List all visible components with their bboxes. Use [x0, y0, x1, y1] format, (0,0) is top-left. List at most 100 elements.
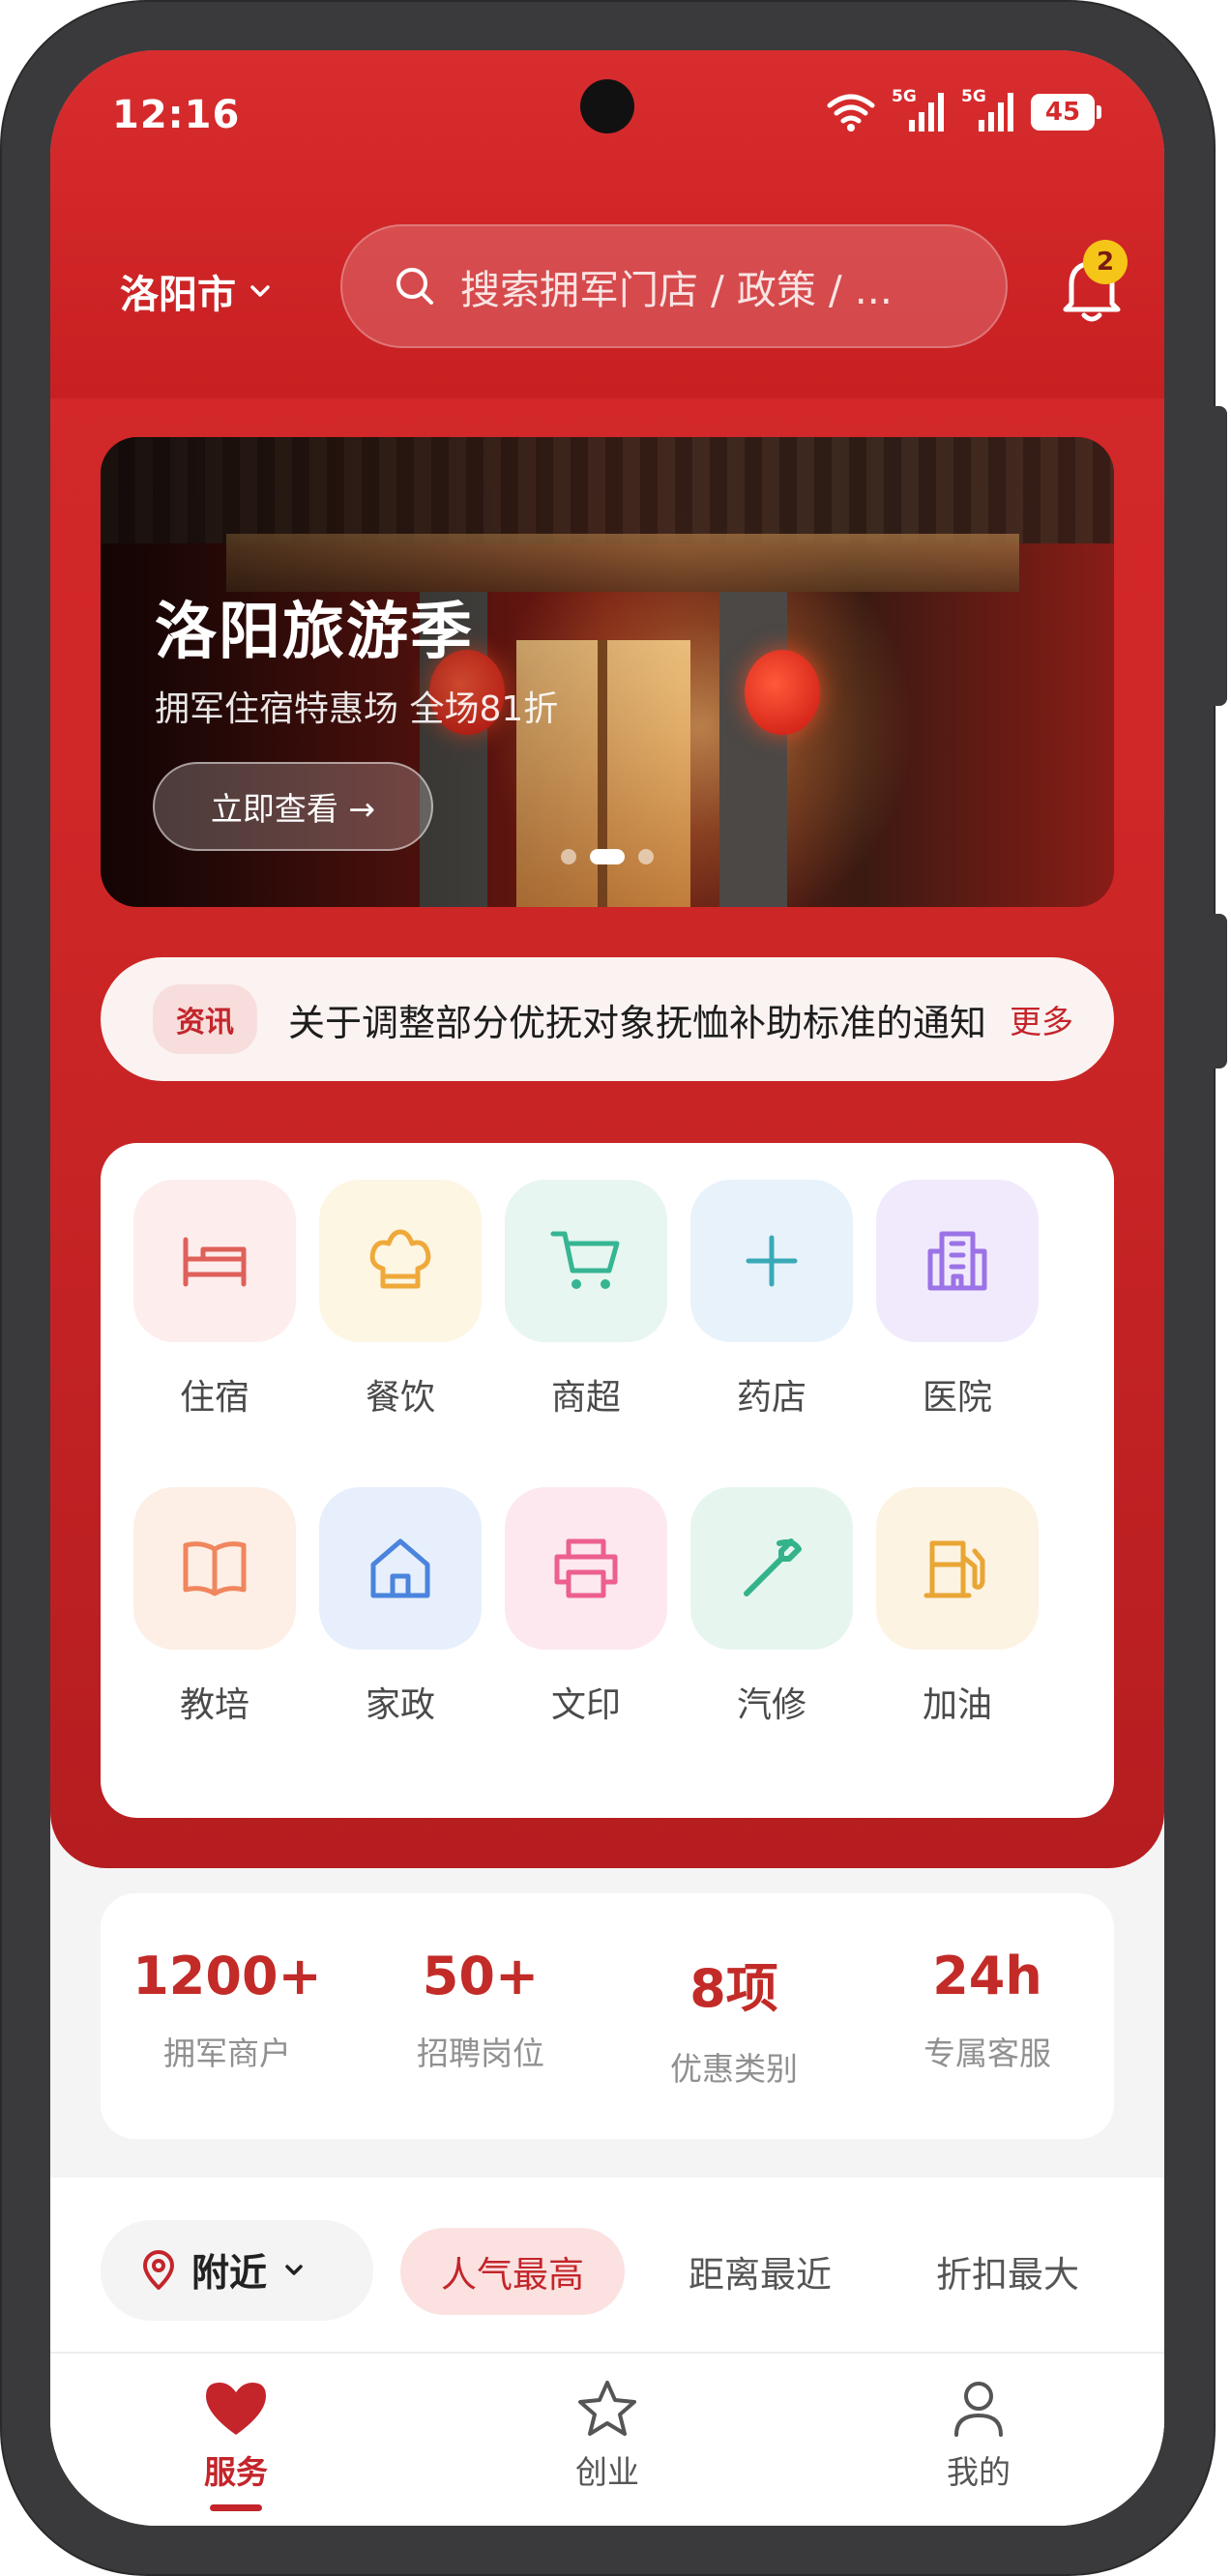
category-fuel[interactable]: 加油: [876, 1487, 1039, 1727]
camera-cutout: [580, 79, 634, 133]
search-icon: [396, 268, 433, 305]
volume-button: [1214, 406, 1227, 706]
banner-title: 洛阳旅游季: [155, 597, 474, 668]
category-icon-bg: [690, 1180, 853, 1342]
stat-merchants[interactable]: 1200+ 拥军商户: [101, 1893, 354, 2139]
status-icons: 5G 5G 45: [826, 87, 1101, 135]
location-filter[interactable]: 附近: [101, 2220, 373, 2321]
bottom-tab-bar: 服务 创业 我的: [50, 2352, 1164, 2526]
news-more-link[interactable]: 更多: [1010, 996, 1073, 1042]
category-dining[interactable]: 餐饮: [319, 1180, 482, 1420]
stats-card: 1200+ 拥军商户 50+ 招聘岗位 8项 优惠类别 24h 专属客服: [101, 1893, 1114, 2139]
wifi-icon: [827, 94, 875, 132]
filter-discount[interactable]: 折扣最大: [895, 2228, 1120, 2315]
search-bar[interactable]: 搜索拥军门店 / 政策 / ...: [340, 224, 1008, 348]
stat-label: 专属客服: [923, 2034, 1051, 2072]
tab-label: 我的: [947, 2453, 1011, 2491]
city-label: 洛阳市: [120, 273, 236, 317]
tab-label: 创业: [575, 2453, 639, 2491]
printer-icon: [554, 1538, 618, 1598]
battery-icon: 45: [1031, 94, 1101, 131]
tab-startup[interactable]: 创业: [422, 2354, 793, 2526]
stat-customer-service[interactable]: 24h 专属客服: [861, 1893, 1114, 2139]
category-label: 住宿: [179, 1378, 249, 1418]
category-label: 餐饮: [365, 1378, 435, 1418]
chef-hat-icon: [369, 1229, 431, 1289]
category-icon-bg: [133, 1180, 296, 1342]
filter-nearest[interactable]: 距离最近: [648, 2228, 872, 2315]
tab-active-indicator: [210, 2504, 262, 2511]
category-auto-repair[interactable]: 汽修: [690, 1487, 853, 1727]
lantern: [745, 650, 820, 735]
search-placeholder: 搜索拥军门店 / 政策 / ...: [460, 267, 893, 313]
news-text[interactable]: 关于调整部分优抚对象抚恤补助标准的通知: [288, 993, 988, 1046]
cart-icon: [550, 1231, 620, 1289]
app-screen: 12:16 5G 5G 45 洛阳市 搜索拥军门店 / 政策 / ... 2 洛…: [50, 50, 1164, 2526]
stat-value: 8项: [689, 1958, 778, 2019]
category-label: 家政: [365, 1685, 435, 1725]
tab-service[interactable]: 服务: [50, 2354, 422, 2526]
stat-label: 招聘岗位: [417, 2034, 544, 2072]
view-now-button[interactable]: 立即查看 →: [153, 762, 433, 851]
wrench-icon: [744, 1538, 802, 1596]
tab-label: 服务: [204, 2453, 268, 2491]
home-icon: [370, 1538, 430, 1598]
stat-value: 50+: [422, 1946, 540, 2006]
category-icon-bg: [319, 1180, 482, 1342]
location-filter-label: 附近: [191, 2252, 268, 2296]
category-label: 加油: [922, 1685, 992, 1725]
category-hospital[interactable]: 医院: [876, 1180, 1039, 1420]
category-supermarket[interactable]: 商超: [505, 1180, 667, 1420]
filter-popular[interactable]: 人气最高: [400, 2228, 625, 2315]
stat-discount-types[interactable]: 8项 优惠类别: [607, 1893, 861, 2139]
heart-icon: [206, 2383, 266, 2435]
category-label: 汽修: [736, 1685, 806, 1725]
stat-value: 24h: [932, 1946, 1042, 2006]
stat-label: 优惠类别: [670, 2050, 798, 2088]
carousel-dot[interactable]: [638, 849, 654, 864]
stat-value: 1200+: [132, 1946, 322, 2006]
category-label: 教培: [179, 1685, 249, 1725]
category-lodging[interactable]: 住宿: [133, 1180, 296, 1420]
category-label: 药店: [736, 1378, 806, 1418]
chevron-down-icon: [250, 285, 270, 297]
carousel-dot-active[interactable]: [590, 849, 625, 864]
star-icon: [578, 2381, 636, 2436]
power-button: [1214, 914, 1227, 1068]
fuel-icon: [923, 1540, 985, 1598]
stat-jobs[interactable]: 50+ 招聘岗位: [354, 1893, 607, 2139]
category-icon-bg: [876, 1180, 1039, 1342]
city-selector[interactable]: 洛阳市: [120, 263, 275, 319]
hospital-icon: [927, 1231, 987, 1291]
category-icon-bg: [505, 1180, 667, 1342]
carousel-dot[interactable]: [561, 849, 576, 864]
location-pin-icon: [143, 2250, 174, 2290]
category-icon-bg: [876, 1487, 1039, 1650]
user-icon: [954, 2382, 1003, 2437]
bed-icon: [183, 1237, 247, 1287]
category-grid: 住宿 餐饮 商超 药店 医院 教培 家政 文印 汽修 加油: [101, 1143, 1114, 1818]
signal-5g-icon: 5G: [961, 87, 1015, 135]
category-icon-bg: [690, 1487, 853, 1650]
chevron-down-icon: [285, 2265, 303, 2275]
category-label: 文印: [550, 1685, 621, 1725]
news-ticker[interactable]: 资讯 关于调整部分优抚对象抚恤补助标准的通知 更多: [101, 957, 1114, 1081]
tab-profile[interactable]: 我的: [793, 2354, 1164, 2526]
category-education[interactable]: 教培: [133, 1487, 296, 1727]
category-printing[interactable]: 文印: [505, 1487, 667, 1727]
notification-badge: 2: [1083, 240, 1128, 284]
category-icon-bg: [319, 1487, 482, 1650]
status-time: 12:16: [112, 93, 241, 137]
plus-icon: [746, 1235, 798, 1287]
signal-5g-icon: 5G: [892, 87, 946, 135]
category-housekeeping[interactable]: 家政: [319, 1487, 482, 1727]
carousel-dots: [101, 849, 1114, 864]
category-pharmacy[interactable]: 药店: [690, 1180, 853, 1420]
book-icon: [183, 1541, 247, 1596]
banner-subtitle: 拥军住宿特惠场 全场81折: [155, 689, 559, 729]
promo-banner[interactable]: 洛阳旅游季 拥军住宿特惠场 全场81折 立即查看 →: [101, 437, 1114, 907]
category-label: 医院: [922, 1378, 992, 1418]
news-tag: 资讯: [153, 984, 257, 1054]
stat-label: 拥军商户: [163, 2034, 291, 2072]
category-icon-bg: [133, 1487, 296, 1650]
